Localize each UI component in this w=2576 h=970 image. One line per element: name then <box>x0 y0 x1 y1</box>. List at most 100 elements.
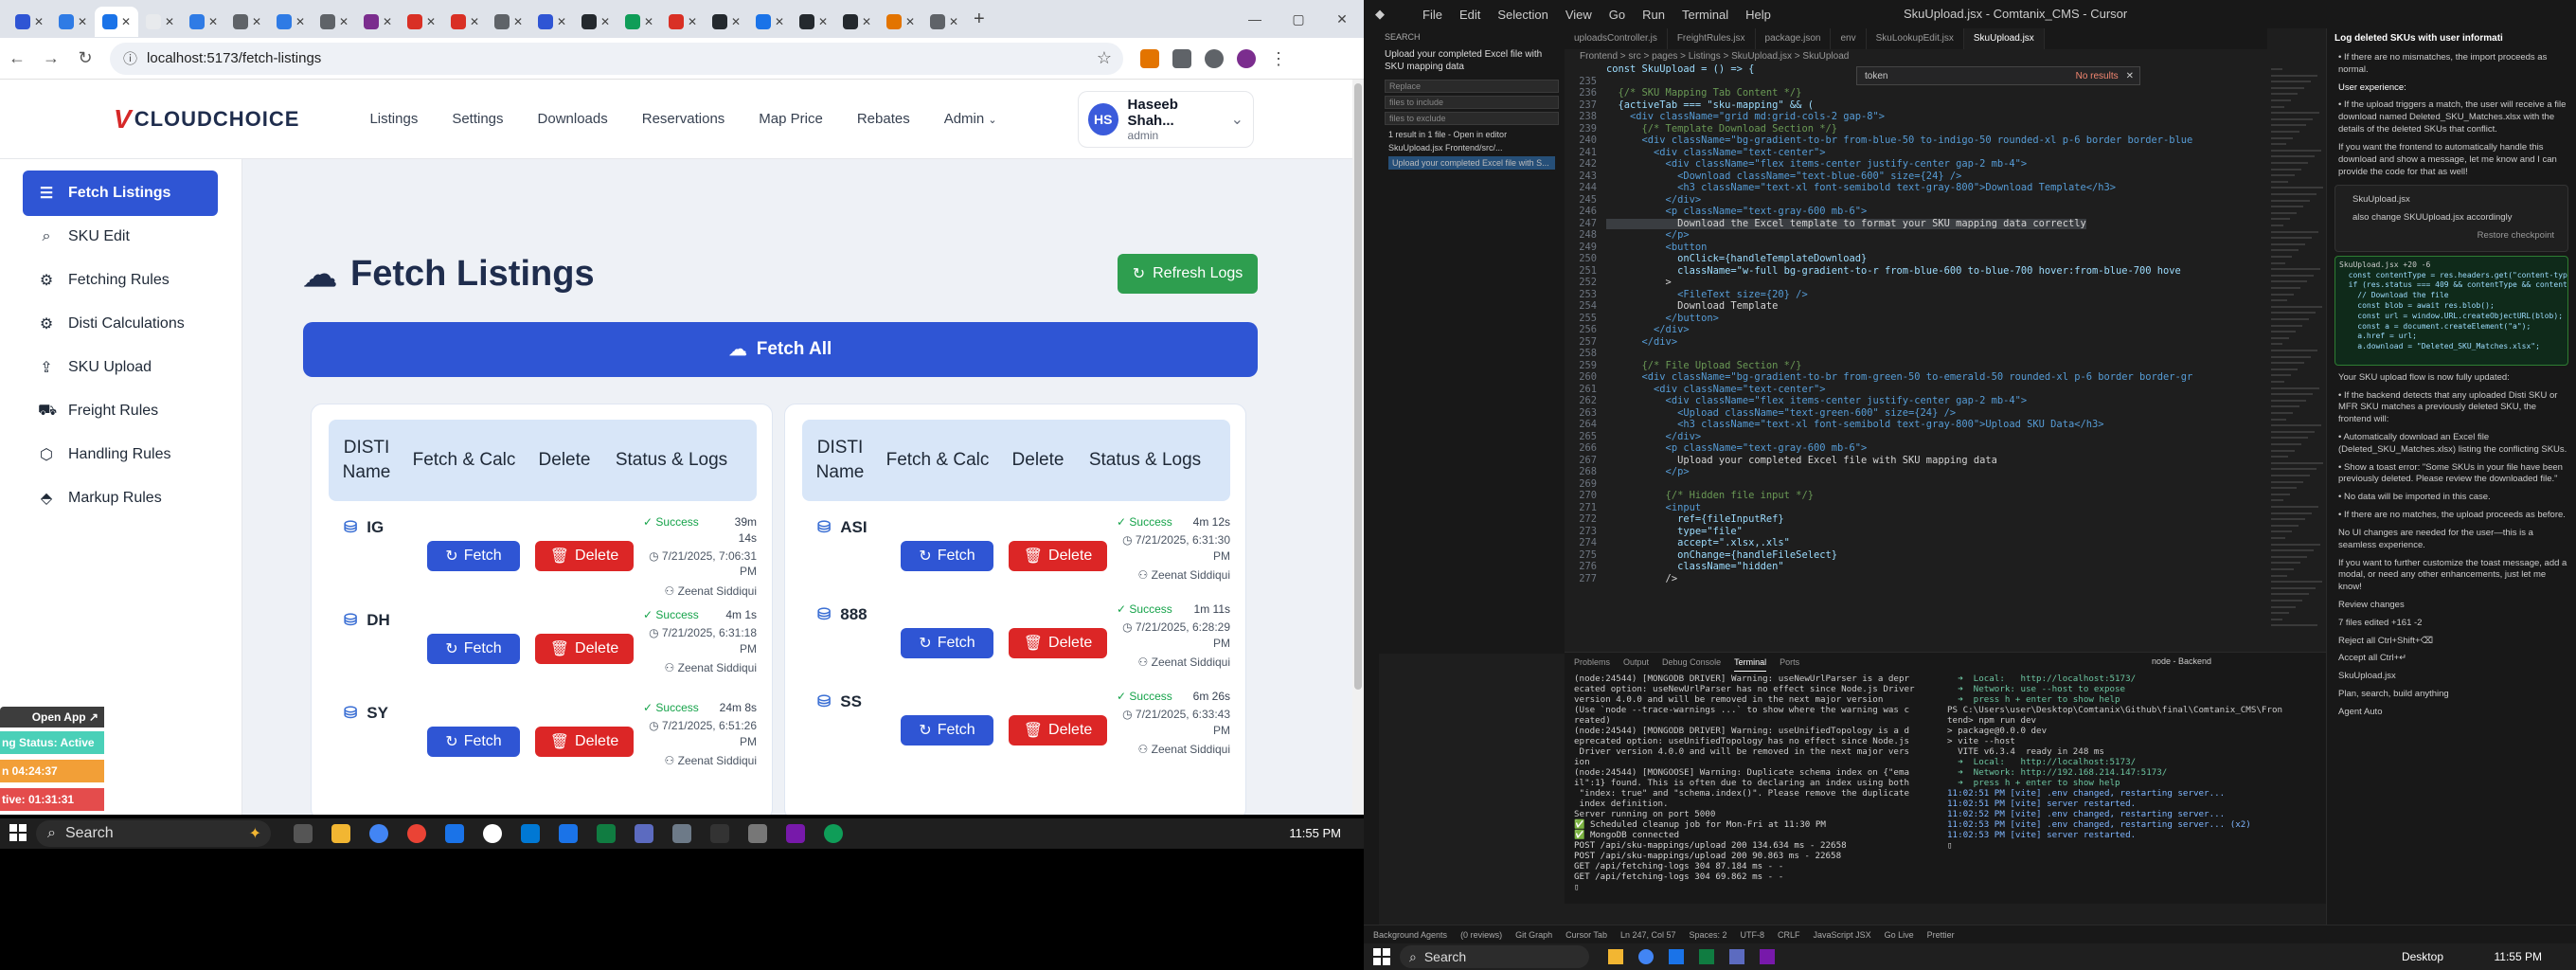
url-input[interactable]: ⓘ localhost:5173/fetch-listings ☆ <box>110 42 1123 75</box>
delete-button[interactable]: 🗑 Delete <box>535 727 634 757</box>
browser-tab[interactable]: ✕ <box>835 7 879 37</box>
nav-admin[interactable]: Admin ⌄ <box>944 111 997 127</box>
delete-button[interactable]: 🗑 Delete <box>1009 715 1107 745</box>
find-widget[interactable]: token No results ✕ <box>1856 66 2140 85</box>
close-tab-icon[interactable]: ✕ <box>383 15 392 28</box>
editor-tab[interactable]: FreightRules.jsx <box>1668 28 1756 49</box>
sidebar-item-fetch-listings[interactable]: ☰ Fetch Listings <box>23 171 218 216</box>
new-tab-button[interactable]: + <box>974 9 985 30</box>
nav-downloads[interactable]: Downloads <box>538 111 608 127</box>
close-tab-icon[interactable]: ✕ <box>862 15 871 28</box>
menu-file[interactable]: File <box>1422 8 1442 22</box>
app-icon[interactable] <box>483 824 502 843</box>
status-item[interactable]: CRLF <box>1778 930 1800 940</box>
terminal-instance-label[interactable]: node - Backend <box>2152 656 2211 666</box>
search-result-summary[interactable]: 1 result in 1 file - Open in editor <box>1379 128 1565 141</box>
desktop-label[interactable]: Desktop <box>2402 943 2443 970</box>
panel-tab-problems[interactable]: Problems <box>1574 653 1610 672</box>
nav-listings[interactable]: Listings <box>369 111 418 127</box>
browser-tab[interactable]: ✕ <box>269 7 313 37</box>
vscode-icon[interactable] <box>445 824 464 843</box>
fetch-all-button[interactable]: ☁ Fetch All <box>303 322 1258 377</box>
close-tab-icon[interactable]: ✕ <box>208 15 218 28</box>
fetch-button[interactable]: ↻ Fetch <box>427 727 520 757</box>
minimize-button[interactable]: — <box>1233 0 1277 38</box>
chat-text[interactable]: Accept all Ctrl+↵ <box>2327 650 2576 668</box>
fetch-button[interactable]: ↻ Fetch <box>427 634 520 664</box>
open-app-button[interactable]: Open App ↗ <box>0 707 104 728</box>
chat-text[interactable]: Reject all Ctrl+Shift+⌫ <box>2327 633 2576 651</box>
close-tab-icon[interactable]: ✕ <box>600 15 610 28</box>
status-item[interactable]: Ln 247, Col 57 <box>1620 930 1676 940</box>
chat-user-message[interactable]: SkuUpload.jsx also change SKUUpload.jsx a… <box>2334 185 2568 252</box>
start-icon[interactable] <box>9 824 27 841</box>
chat-text[interactable]: Restore checkpoint <box>2341 227 2562 245</box>
app-icon[interactable] <box>1608 949 1623 964</box>
close-tab-icon[interactable]: ✕ <box>470 15 479 28</box>
sidebar-item-fetching-rules[interactable]: ⚙ Fetching Rules <box>23 258 218 303</box>
sidebar-item-sku-upload[interactable]: ⇪ SKU Upload <box>23 345 218 390</box>
nav-map-price[interactable]: Map Price <box>759 111 823 127</box>
close-tab-icon[interactable]: ✕ <box>513 15 523 28</box>
back-icon[interactable]: ← <box>0 48 34 68</box>
chrome-icon[interactable] <box>369 824 388 843</box>
find-input[interactable]: token <box>1865 71 1887 81</box>
browser-tab[interactable]: ✕ <box>792 7 835 37</box>
menu-edit[interactable]: Edit <box>1459 8 1480 22</box>
close-tab-icon[interactable]: ✕ <box>949 15 958 28</box>
browser-tab[interactable]: ✕ <box>182 7 225 37</box>
browser-tab[interactable]: ✕ <box>530 7 574 37</box>
clock[interactable]: 11:55 PM <box>1289 818 1341 849</box>
browser-tab[interactable]: ✕ <box>225 7 269 37</box>
taskbar-search[interactable]: ⌕ Search <box>1400 945 1589 968</box>
sidebar-item-handling-rules[interactable]: ⬡ Handling Rules <box>23 432 218 477</box>
browser-tab[interactable]: ✕ <box>661 7 705 37</box>
menu-selection[interactable]: Selection <box>1497 8 1547 22</box>
include-input[interactable]: files to include <box>1385 96 1559 109</box>
fetch-button[interactable]: ↻ Fetch <box>901 715 993 745</box>
close-tab-icon[interactable]: ✕ <box>165 15 174 28</box>
close-tab-icon[interactable]: ✕ <box>339 15 349 28</box>
app-icon[interactable] <box>824 824 843 843</box>
site-info-icon[interactable]: ⓘ <box>123 48 137 68</box>
menu-icon[interactable]: ⋮ <box>1269 49 1288 68</box>
close-tab-icon[interactable]: ✕ <box>818 15 828 28</box>
nav-rebates[interactable]: Rebates <box>857 111 910 127</box>
status-item[interactable]: Git Graph <box>1515 930 1552 940</box>
menu-help[interactable]: Help <box>1745 8 1771 22</box>
status-item[interactable]: Prettier <box>1927 930 1955 940</box>
nav-reservations[interactable]: Reservations <box>642 111 725 127</box>
close-icon[interactable]: ✕ <box>2126 71 2134 81</box>
chat-code-block[interactable]: SkuUpload.jsx +20 -6 const contentType =… <box>2334 255 2568 366</box>
editor-tab[interactable]: env <box>1831 28 1867 49</box>
forward-icon[interactable]: → <box>34 48 68 68</box>
reload-icon[interactable]: ↻ <box>68 48 102 68</box>
onenote-icon[interactable] <box>1760 949 1775 964</box>
status-item[interactable]: JavaScript JSX <box>1814 930 1871 940</box>
minimap[interactable] <box>2267 64 2326 652</box>
app-icon[interactable] <box>710 824 729 843</box>
panel-tab-debug-console[interactable]: Debug Console <box>1662 653 1721 672</box>
browser-tab[interactable]: ✕ <box>8 7 51 37</box>
delete-button[interactable]: 🗑 Delete <box>1009 628 1107 658</box>
menu-view[interactable]: View <box>1565 8 1592 22</box>
close-tab-icon[interactable]: ✕ <box>775 15 784 28</box>
app-icon[interactable] <box>1669 949 1684 964</box>
search-result-line[interactable]: Upload your completed Excel file with S.… <box>1388 156 1555 170</box>
editor-tab[interactable]: SkuUpload.jsx <box>1963 28 2045 49</box>
code-editor[interactable]: const SkuUpload = () => {235 236 {/* SKU … <box>1565 63 2267 652</box>
close-tab-icon[interactable]: ✕ <box>731 15 741 28</box>
sidebar-item-sku-edit[interactable]: ⌕ SKU Edit <box>23 214 218 260</box>
browser-tab[interactable]: ✕ <box>705 7 748 37</box>
chrome-icon[interactable] <box>407 824 426 843</box>
profile-icon[interactable] <box>1237 48 1256 68</box>
panel-tab-ports[interactable]: Ports <box>1780 653 1799 672</box>
menu-run[interactable]: Run <box>1642 8 1665 22</box>
file-explorer-icon[interactable] <box>331 824 350 843</box>
editor-tab[interactable]: package.json <box>1756 28 1832 49</box>
fetch-button[interactable]: ↻ Fetch <box>901 541 993 571</box>
search-query-input[interactable]: Upload your completed Excel file with SK… <box>1379 45 1565 77</box>
onenote-icon[interactable] <box>786 824 805 843</box>
sidebar-item-freight-rules[interactable]: ⛟ Freight Rules <box>23 388 218 434</box>
status-item[interactable]: (0 reviews) <box>1460 930 1502 940</box>
